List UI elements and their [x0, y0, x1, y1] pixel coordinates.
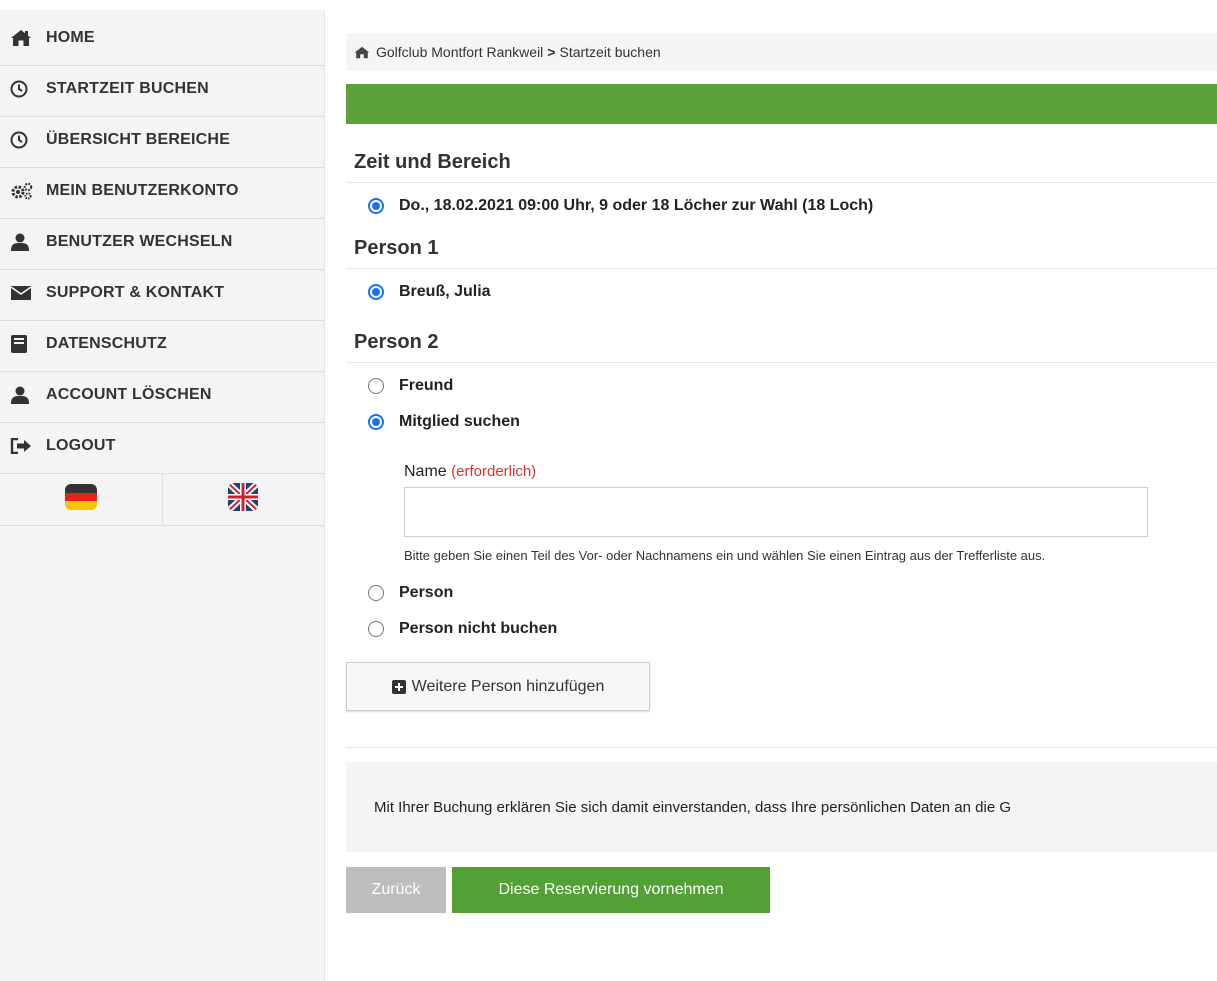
- clock-icon: [10, 129, 36, 151]
- radio-person2-none[interactable]: Person nicht buchen: [346, 620, 1217, 638]
- section-title-time: Zeit und Bereich: [346, 151, 1217, 183]
- radio-label: Breuß, Julia: [399, 283, 491, 300]
- sidebar-item-benutzer-wechseln[interactable]: BENUTZER WECHSELN: [0, 215, 324, 270]
- add-person-label: Weitere Person hinzufügen: [411, 677, 605, 695]
- sidebar-item-support-kontakt[interactable]: SUPPORT & KONTAKT: [0, 266, 324, 321]
- required-indicator: (erforderlich): [451, 463, 537, 480]
- submit-reservation-button[interactable]: Diese Reservierung vornehmen: [452, 867, 770, 913]
- home-icon: [10, 27, 36, 49]
- sidebar-item-label: SUPPORT & KONTAKT: [46, 284, 225, 301]
- back-button[interactable]: Zurück: [346, 867, 446, 913]
- sidebar: HOME STARTZEIT BUCHEN ÜBERSICHT BEREICHE…: [0, 10, 325, 981]
- consent-text: Mit Ihrer Buchung erklären Sie sich dami…: [374, 798, 1012, 816]
- section-title-person1: Person 1: [346, 237, 1217, 269]
- radio-person2-friend[interactable]: Freund: [346, 377, 1217, 395]
- language-german[interactable]: [0, 474, 163, 525]
- radio-button-checked[interactable]: [368, 284, 384, 300]
- name-label: Name: [404, 463, 447, 480]
- breadcrumb-club-link[interactable]: Golfclub Montfort Rankweil: [376, 44, 543, 60]
- language-switcher: [0, 474, 324, 526]
- radio-button-checked[interactable]: [368, 414, 384, 430]
- section-title-person2: Person 2: [346, 331, 1217, 363]
- sidebar-item-label: BENUTZER WECHSELN: [46, 233, 233, 250]
- clock-icon: [10, 78, 36, 100]
- progress-bar: [346, 84, 1217, 124]
- breadcrumb: Golfclub Montfort Rankweil > Startzeit b…: [346, 33, 1217, 71]
- name-search-input[interactable]: [404, 487, 1148, 537]
- german-flag-icon: [64, 484, 97, 515]
- gears-icon: [10, 180, 36, 202]
- name-help-text: Bitte geben Sie einen Teil des Vor- oder…: [404, 548, 1046, 563]
- breadcrumb-current-page: Startzeit buchen: [559, 44, 661, 60]
- sidebar-item-account-loeschen[interactable]: ACCOUNT LÖSCHEN: [0, 368, 324, 423]
- sidebar-item-startzeit-buchen[interactable]: STARTZEIT BUCHEN: [0, 62, 324, 117]
- sign-out-icon: [10, 435, 36, 457]
- user-icon: [10, 231, 36, 253]
- book-icon: [10, 333, 36, 355]
- sidebar-item-label: HOME: [46, 28, 95, 46]
- radio-person1-option[interactable]: Breuß, Julia: [346, 283, 1217, 301]
- member-search-group: Name (erforderlich) Bitte geben Sie eine…: [404, 463, 1217, 568]
- divider: [346, 747, 1217, 748]
- sidebar-item-logout[interactable]: LOGOUT: [0, 419, 324, 474]
- radio-label: Mitglied suchen: [399, 413, 520, 430]
- sidebar-item-label: MEIN BENUTZERKONTO: [46, 182, 239, 199]
- radio-button[interactable]: [368, 621, 384, 637]
- radio-label: Person: [399, 584, 454, 601]
- plus-square-icon: [391, 679, 406, 694]
- language-english[interactable]: [163, 474, 325, 525]
- sidebar-item-label: STARTZEIT BUCHEN: [46, 80, 209, 97]
- radio-label: Freund: [399, 377, 454, 394]
- breadcrumb-separator: >: [547, 44, 556, 60]
- radio-button[interactable]: [368, 585, 384, 601]
- sidebar-item-home[interactable]: HOME: [0, 10, 324, 66]
- radio-button-checked[interactable]: [368, 198, 384, 214]
- sidebar-item-label: LOGOUT: [46, 437, 116, 454]
- radio-button[interactable]: [368, 378, 384, 394]
- main-content: Golfclub Montfort Rankweil > Startzeit b…: [346, 33, 1217, 913]
- add-person-button[interactable]: Weitere Person hinzufügen: [346, 662, 650, 711]
- consent-notice: Mit Ihrer Buchung erklären Sie sich dami…: [346, 762, 1217, 852]
- sidebar-item-label: ACCOUNT LÖSCHEN: [46, 386, 212, 403]
- radio-time-option[interactable]: Do., 18.02.2021 09:00 Uhr, 9 oder 18 Löc…: [346, 197, 1217, 215]
- sidebar-item-mein-benutzerkonto[interactable]: MEIN BENUTZERKONTO: [0, 164, 324, 219]
- envelope-icon: [10, 282, 36, 304]
- radio-person2-person[interactable]: Person: [346, 584, 1217, 602]
- home-icon[interactable]: [354, 46, 370, 59]
- radio-label: Do., 18.02.2021 09:00 Uhr, 9 oder 18 Löc…: [399, 197, 874, 214]
- radio-person2-member[interactable]: Mitglied suchen: [346, 413, 1217, 431]
- radio-label: Person nicht buchen: [399, 620, 558, 637]
- user-icon: [10, 384, 36, 406]
- sidebar-item-label: ÜBERSICHT BEREICHE: [46, 131, 231, 148]
- sidebar-item-label: DATENSCHUTZ: [46, 335, 168, 352]
- sidebar-item-uebersicht-bereiche[interactable]: ÜBERSICHT BEREICHE: [0, 113, 324, 168]
- sidebar-item-datenschutz[interactable]: DATENSCHUTZ: [0, 317, 324, 372]
- uk-flag-icon: [228, 483, 259, 516]
